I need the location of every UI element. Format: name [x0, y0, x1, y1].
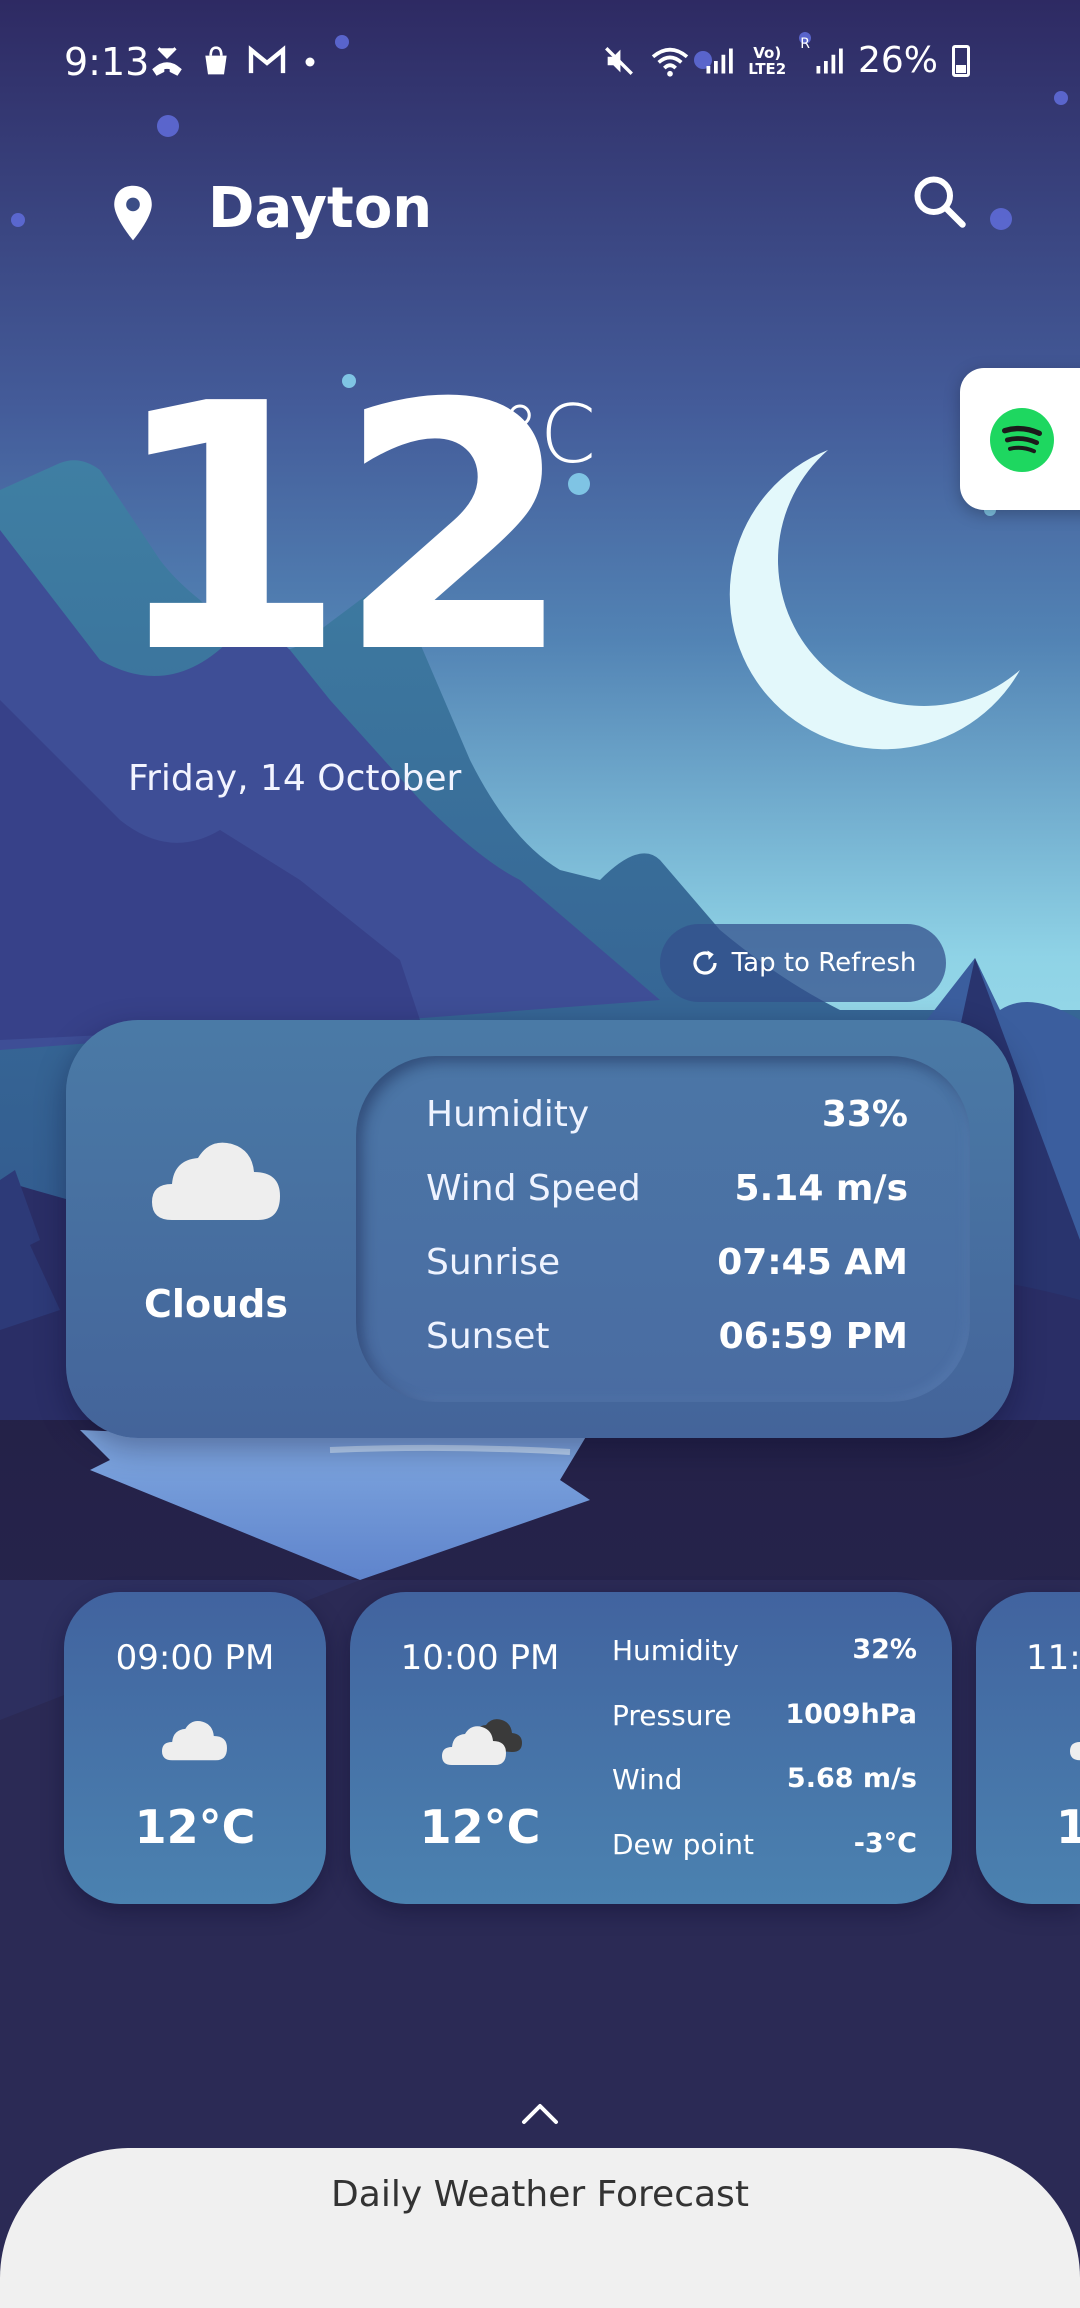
hourly-temp: 12°C	[1056, 1800, 1080, 1854]
hourly-temp: 12°C	[419, 1800, 541, 1854]
detail-label: Humidity	[426, 1094, 590, 1135]
hourly-detail-value: 1009hPa	[785, 1699, 917, 1730]
hourly-card-expanded[interactable]: 10:00 PM 12°C Humidity 32% Pressure 1009…	[350, 1592, 952, 1904]
hourly-time: 09:00 PM	[115, 1638, 275, 1678]
dot-icon	[305, 57, 315, 67]
condition-label: Clouds	[144, 1282, 288, 1326]
search-icon	[914, 176, 966, 228]
mute-icon	[605, 46, 634, 75]
status-bar: 9:13 Vo) LTE2 R 26%	[0, 0, 1080, 136]
volte-icon: Vo) LTE2	[748, 45, 786, 77]
hourly-card-partial[interactable]: 11:00 PM 12°C	[976, 1592, 1080, 1904]
cloudy-icon	[442, 1719, 522, 1765]
gmail-icon	[248, 45, 286, 74]
hourly-time: 11:00 PM	[1026, 1638, 1080, 1678]
hourly-card[interactable]: 09:00 PM 12°C	[64, 1592, 326, 1904]
wifi-icon	[652, 47, 689, 77]
tap-to-refresh-button[interactable]: Tap to Refresh	[660, 924, 946, 1002]
hourly-detail-value: 32%	[852, 1634, 917, 1665]
system-status-icons: Vo) LTE2 R 26%	[602, 36, 970, 81]
hourly-detail-label: Wind	[612, 1763, 683, 1796]
hourly-detail-label: Humidity	[612, 1634, 739, 1667]
signal-icon	[706, 48, 733, 73]
temperature-unit: °C	[500, 388, 596, 481]
detail-row-sunrise: Sunrise 07:45 AM	[356, 1242, 970, 1302]
hourly-detail-value: 5.68 m/s	[786, 1763, 917, 1794]
detail-value: 06:59 PM	[718, 1316, 908, 1357]
hourly-detail-label: Pressure	[612, 1699, 732, 1732]
current-temperature: 12	[110, 332, 573, 728]
status-time: 9:13	[64, 40, 150, 84]
battery-icon	[952, 44, 970, 77]
hourly-detail-label: Dew point	[612, 1828, 754, 1861]
cloud-icon	[1070, 1742, 1080, 1761]
detail-value: 07:45 AM	[717, 1242, 908, 1283]
detail-row-sunset: Sunset 06:59 PM	[356, 1316, 970, 1376]
detail-label: Sunset	[426, 1316, 550, 1357]
cloud-icon	[162, 1721, 227, 1761]
refresh-label: Tap to Refresh	[731, 948, 917, 978]
signal-icon-2	[816, 48, 843, 73]
current-weather-card: Clouds Humidity 33% Wind Speed 5.14 m/s …	[66, 1020, 1014, 1438]
shopping-bag-icon	[205, 46, 227, 75]
cloud-icon	[152, 1142, 280, 1220]
daily-forecast-title[interactable]: Daily Weather Forecast	[0, 2174, 1080, 2215]
hourly-temp: 12°C	[134, 1800, 256, 1854]
detail-row-humidity: Humidity 33%	[356, 1094, 970, 1154]
detail-value: 33%	[821, 1094, 908, 1135]
refresh-icon	[693, 950, 717, 975]
spotify-icon	[990, 408, 1054, 472]
location-pin-icon	[114, 185, 152, 241]
missed-call-icon	[152, 47, 182, 76]
city-name[interactable]: Dayton	[208, 176, 432, 241]
detail-row-wind-speed: Wind Speed 5.14 m/s	[356, 1168, 970, 1228]
search-button[interactable]	[910, 172, 982, 244]
detail-label: Sunrise	[426, 1242, 561, 1283]
detail-value: 5.14 m/s	[734, 1168, 908, 1209]
detail-label: Wind Speed	[426, 1168, 641, 1209]
spotify-bubble[interactable]	[960, 368, 1080, 510]
battery-percent: 26%	[857, 40, 938, 81]
roaming-indicator: R	[800, 36, 810, 52]
chevron-up-icon[interactable]	[520, 2100, 560, 2126]
hourly-detail-value: -3°C	[853, 1828, 917, 1859]
volte-bottom: LTE2	[748, 59, 787, 78]
notification-icons	[150, 44, 318, 78]
weather-details-panel: Humidity 33% Wind Speed 5.14 m/s Sunrise…	[356, 1056, 970, 1402]
bottom-sheet[interactable]	[0, 2148, 1080, 2308]
current-date: Friday, 14 October	[128, 758, 462, 799]
hourly-time: 10:00 PM	[400, 1638, 560, 1678]
